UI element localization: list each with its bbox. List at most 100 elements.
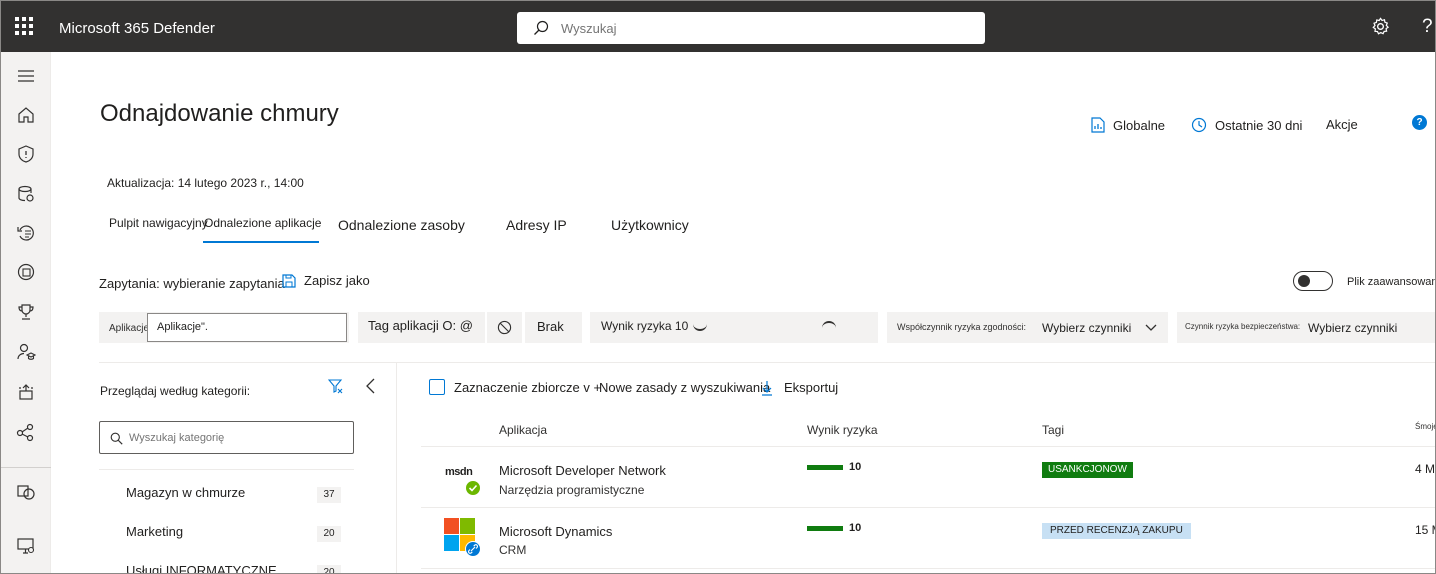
- apps-filter: Aplikacje: Aplikacje".: [99, 312, 349, 343]
- compliance-risk-filter[interactable]: Współczynnik ryzyka zgodności: Wybierz c…: [887, 312, 1168, 343]
- global-scope-button[interactable]: Globalne: [1091, 117, 1165, 133]
- device-search-icon[interactable]: [16, 262, 38, 284]
- app-title[interactable]: Microsoft 365 Defender: [59, 20, 215, 37]
- compliance-risk-value: Wybierz czynniki: [1042, 321, 1132, 335]
- column-header-last-seen[interactable]: Śmoje: [1415, 422, 1435, 431]
- msdn-logo: msdn: [445, 466, 473, 478]
- tab-discovered-apps[interactable]: Odnalezione aplikacje: [204, 216, 321, 230]
- advanced-filters-toggle[interactable]: [1293, 271, 1333, 291]
- tab-ip-addresses[interactable]: Adresy IP: [506, 217, 567, 233]
- chevron-down-icon: [1145, 324, 1157, 331]
- toggle-knob: [1298, 275, 1310, 287]
- shapes-icon[interactable]: [16, 482, 38, 504]
- tab-users[interactable]: Użytkownicy: [611, 217, 689, 233]
- apps-filter-input[interactable]: Aplikacje".: [147, 313, 347, 342]
- export-button[interactable]: Eksportuj: [784, 380, 838, 395]
- new-policy-button[interactable]: Nowe zasady z wyszukiwania: [599, 380, 770, 395]
- history-icon[interactable]: [16, 223, 38, 245]
- trophy-icon[interactable]: [16, 302, 38, 324]
- last-seen-date: 4 M: [1415, 462, 1436, 476]
- menu-hamburger-icon[interactable]: [16, 66, 38, 88]
- table-row[interactable]: Microsoft Dynamics CRM 10 PRZED RECENZJĄ…: [421, 508, 1435, 569]
- search-icon: [110, 432, 123, 445]
- risk-slider-max-handle[interactable]: [822, 321, 836, 331]
- left-navigation: [1, 52, 51, 573]
- category-search-input[interactable]: [129, 430, 344, 446]
- app-launcher-icon[interactable]: [15, 17, 35, 37]
- review-link-icon: [465, 541, 481, 557]
- time-range-button[interactable]: Ostatnie 30 dni: [1191, 117, 1302, 133]
- column-header-risk[interactable]: Wynik ryzyka: [807, 423, 878, 437]
- risk-score-value: 10: [849, 461, 862, 473]
- column-header-tags[interactable]: Tagi: [1042, 423, 1064, 437]
- home-icon[interactable]: [16, 105, 38, 127]
- category-search[interactable]: [99, 421, 354, 454]
- risk-score-value: 10: [849, 522, 862, 534]
- sanctioned-tag: USANKCJONOW: [1042, 462, 1133, 478]
- graph-icon[interactable]: [16, 422, 38, 444]
- report-icon: [1091, 117, 1105, 133]
- global-scope-label: Globalne: [1113, 117, 1166, 133]
- select-all-checkbox[interactable]: [429, 379, 445, 395]
- app-name[interactable]: Microsoft Dynamics: [499, 524, 612, 539]
- apps-filter-label: Aplikacje:: [109, 323, 152, 334]
- query-selector[interactable]: Zapytania: wybieranie zapytania: [99, 276, 285, 291]
- risk-slider-min-handle[interactable]: [693, 321, 707, 331]
- save-as-button[interactable]: Zapisz jako: [282, 273, 370, 288]
- category-list-divider: [99, 469, 354, 470]
- search-input[interactable]: [561, 18, 961, 38]
- global-search[interactable]: [517, 12, 985, 44]
- nav-divider: [1, 467, 51, 468]
- tab-dashboard[interactable]: Pulpit nawigacyjny: [109, 216, 208, 230]
- review-tag: PRZED RECENZJĄ ZAKUPU: [1042, 523, 1191, 539]
- help-icon[interactable]: ?: [1422, 16, 1433, 38]
- panel-divider: [396, 362, 397, 573]
- table-row[interactable]: msdn Microsoft Developer Network Narzędz…: [421, 447, 1436, 508]
- category-panel-title: Przeglądaj według kategorii:: [100, 384, 251, 398]
- compliance-risk-label: Współczynnik ryzyka zgodności:: [897, 322, 1027, 332]
- actions-button[interactable]: Akcje: [1326, 117, 1358, 132]
- device-icon[interactable]: [16, 536, 38, 558]
- sanctioned-check-icon: [465, 480, 481, 496]
- actions-label: Akcje: [1326, 117, 1358, 132]
- app-window: Microsoft 365 Defender ?: [0, 0, 1436, 574]
- download-icon[interactable]: [761, 380, 773, 396]
- users-learning-icon[interactable]: [16, 342, 38, 364]
- search-icon: [534, 20, 549, 35]
- settings-gear-icon[interactable]: [1371, 17, 1390, 36]
- last-seen-date: 15 M: [1415, 523, 1435, 537]
- category-item-count: 20: [317, 565, 341, 573]
- save-as-label: Zapisz jako: [304, 273, 370, 288]
- risk-score-filter[interactable]: Wynik ryzyka 10: [590, 312, 878, 343]
- category-item[interactable]: Marketing 20: [99, 511, 354, 549]
- risk-score-bar: [807, 465, 843, 470]
- category-item-count: 20: [317, 526, 341, 542]
- category-item-label: Marketing: [126, 524, 184, 539]
- content-divider: [99, 362, 1435, 363]
- category-item-count: 37: [317, 487, 341, 503]
- clock-icon: [1191, 117, 1207, 133]
- shield-icon[interactable]: [16, 144, 38, 166]
- page-help-icon[interactable]: ?: [1412, 115, 1427, 130]
- partner-icon[interactable]: [16, 382, 38, 404]
- block-icon: [497, 320, 512, 335]
- column-header-app[interactable]: Aplikacja: [499, 423, 547, 437]
- risk-score-bar: [807, 526, 843, 531]
- category-item[interactable]: Magazyn w chmurze 37: [99, 472, 354, 510]
- page-title: Odnajdowanie chmury: [100, 100, 339, 127]
- security-risk-filter[interactable]: Czynnik ryzyka bezpieczeństwa: Wybierz c…: [1177, 312, 1435, 343]
- tab-discovered-resources[interactable]: Odnalezione zasoby: [338, 217, 465, 233]
- security-risk-label: Czynnik ryzyka bezpieczeństwa:: [1185, 322, 1301, 331]
- time-range-label: Ostatnie 30 dni: [1215, 117, 1303, 133]
- bulk-selection-button[interactable]: Zaznaczenie zbiorcze v +: [454, 380, 601, 395]
- block-tag-button[interactable]: [487, 312, 522, 343]
- none-tag-button[interactable]: Brak: [525, 312, 582, 343]
- active-tab-indicator: [203, 241, 319, 243]
- category-item[interactable]: Usługi INFORMATYCZNE 20: [99, 550, 354, 573]
- advanced-filters-label: Plik zaawansowany: [1347, 276, 1436, 288]
- clear-filter-icon[interactable]: [328, 378, 344, 394]
- app-name[interactable]: Microsoft Developer Network: [499, 463, 666, 478]
- app-tag-filter[interactable]: Tag aplikacji O: @: [358, 312, 485, 343]
- incidents-icon[interactable]: [16, 184, 38, 206]
- collapse-panel-icon[interactable]: [364, 378, 376, 394]
